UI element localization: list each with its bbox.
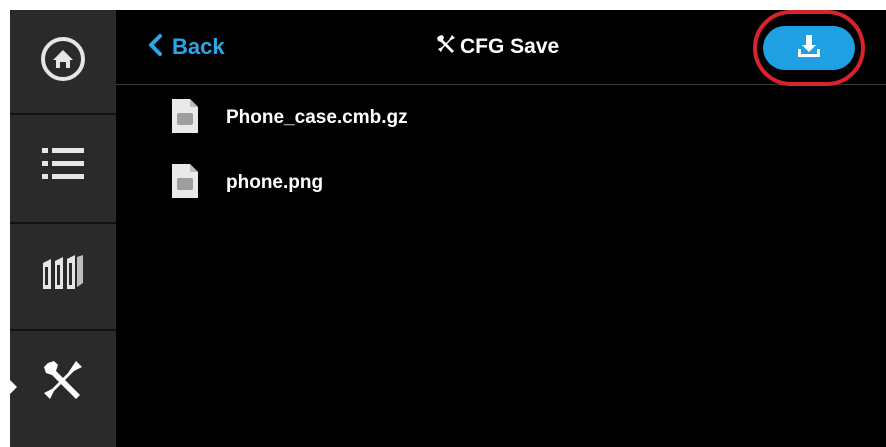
file-item[interactable]: phone.png [170, 161, 323, 205]
sidebar-item-material[interactable] [10, 224, 116, 327]
material-icon [41, 253, 85, 298]
page-title: CFG Save [436, 30, 559, 64]
download-highlight-ring [753, 10, 865, 86]
tools-icon [40, 357, 86, 408]
list-icon [42, 146, 84, 187]
chevron-left-icon [148, 33, 162, 61]
active-item-marker [10, 380, 17, 394]
file-name: Phone_case.cmb.gz [226, 107, 408, 128]
main-panel: Back CFG Save Phone_case.cmb.gz phone.pn… [116, 10, 886, 447]
file-icon [170, 97, 200, 140]
back-label: Back [172, 34, 225, 59]
header-bar: Back CFG Save [116, 10, 886, 86]
home-icon [39, 35, 87, 88]
tools-small-icon [436, 34, 456, 60]
sidebar-item-list[interactable] [10, 115, 116, 218]
back-button[interactable]: Back [148, 30, 225, 64]
download-button[interactable] [763, 26, 855, 70]
sidebar [10, 10, 116, 447]
file-icon [170, 162, 200, 205]
sidebar-item-home[interactable] [10, 10, 116, 113]
page-title-text: CFG Save [460, 35, 560, 58]
file-item[interactable]: Phone_case.cmb.gz [170, 96, 408, 140]
file-name: phone.png [226, 172, 324, 193]
printer-screen: Back CFG Save Phone_case.cmb.gz phone.pn… [10, 10, 886, 447]
download-icon [796, 33, 822, 64]
sidebar-item-tools[interactable] [10, 331, 116, 434]
